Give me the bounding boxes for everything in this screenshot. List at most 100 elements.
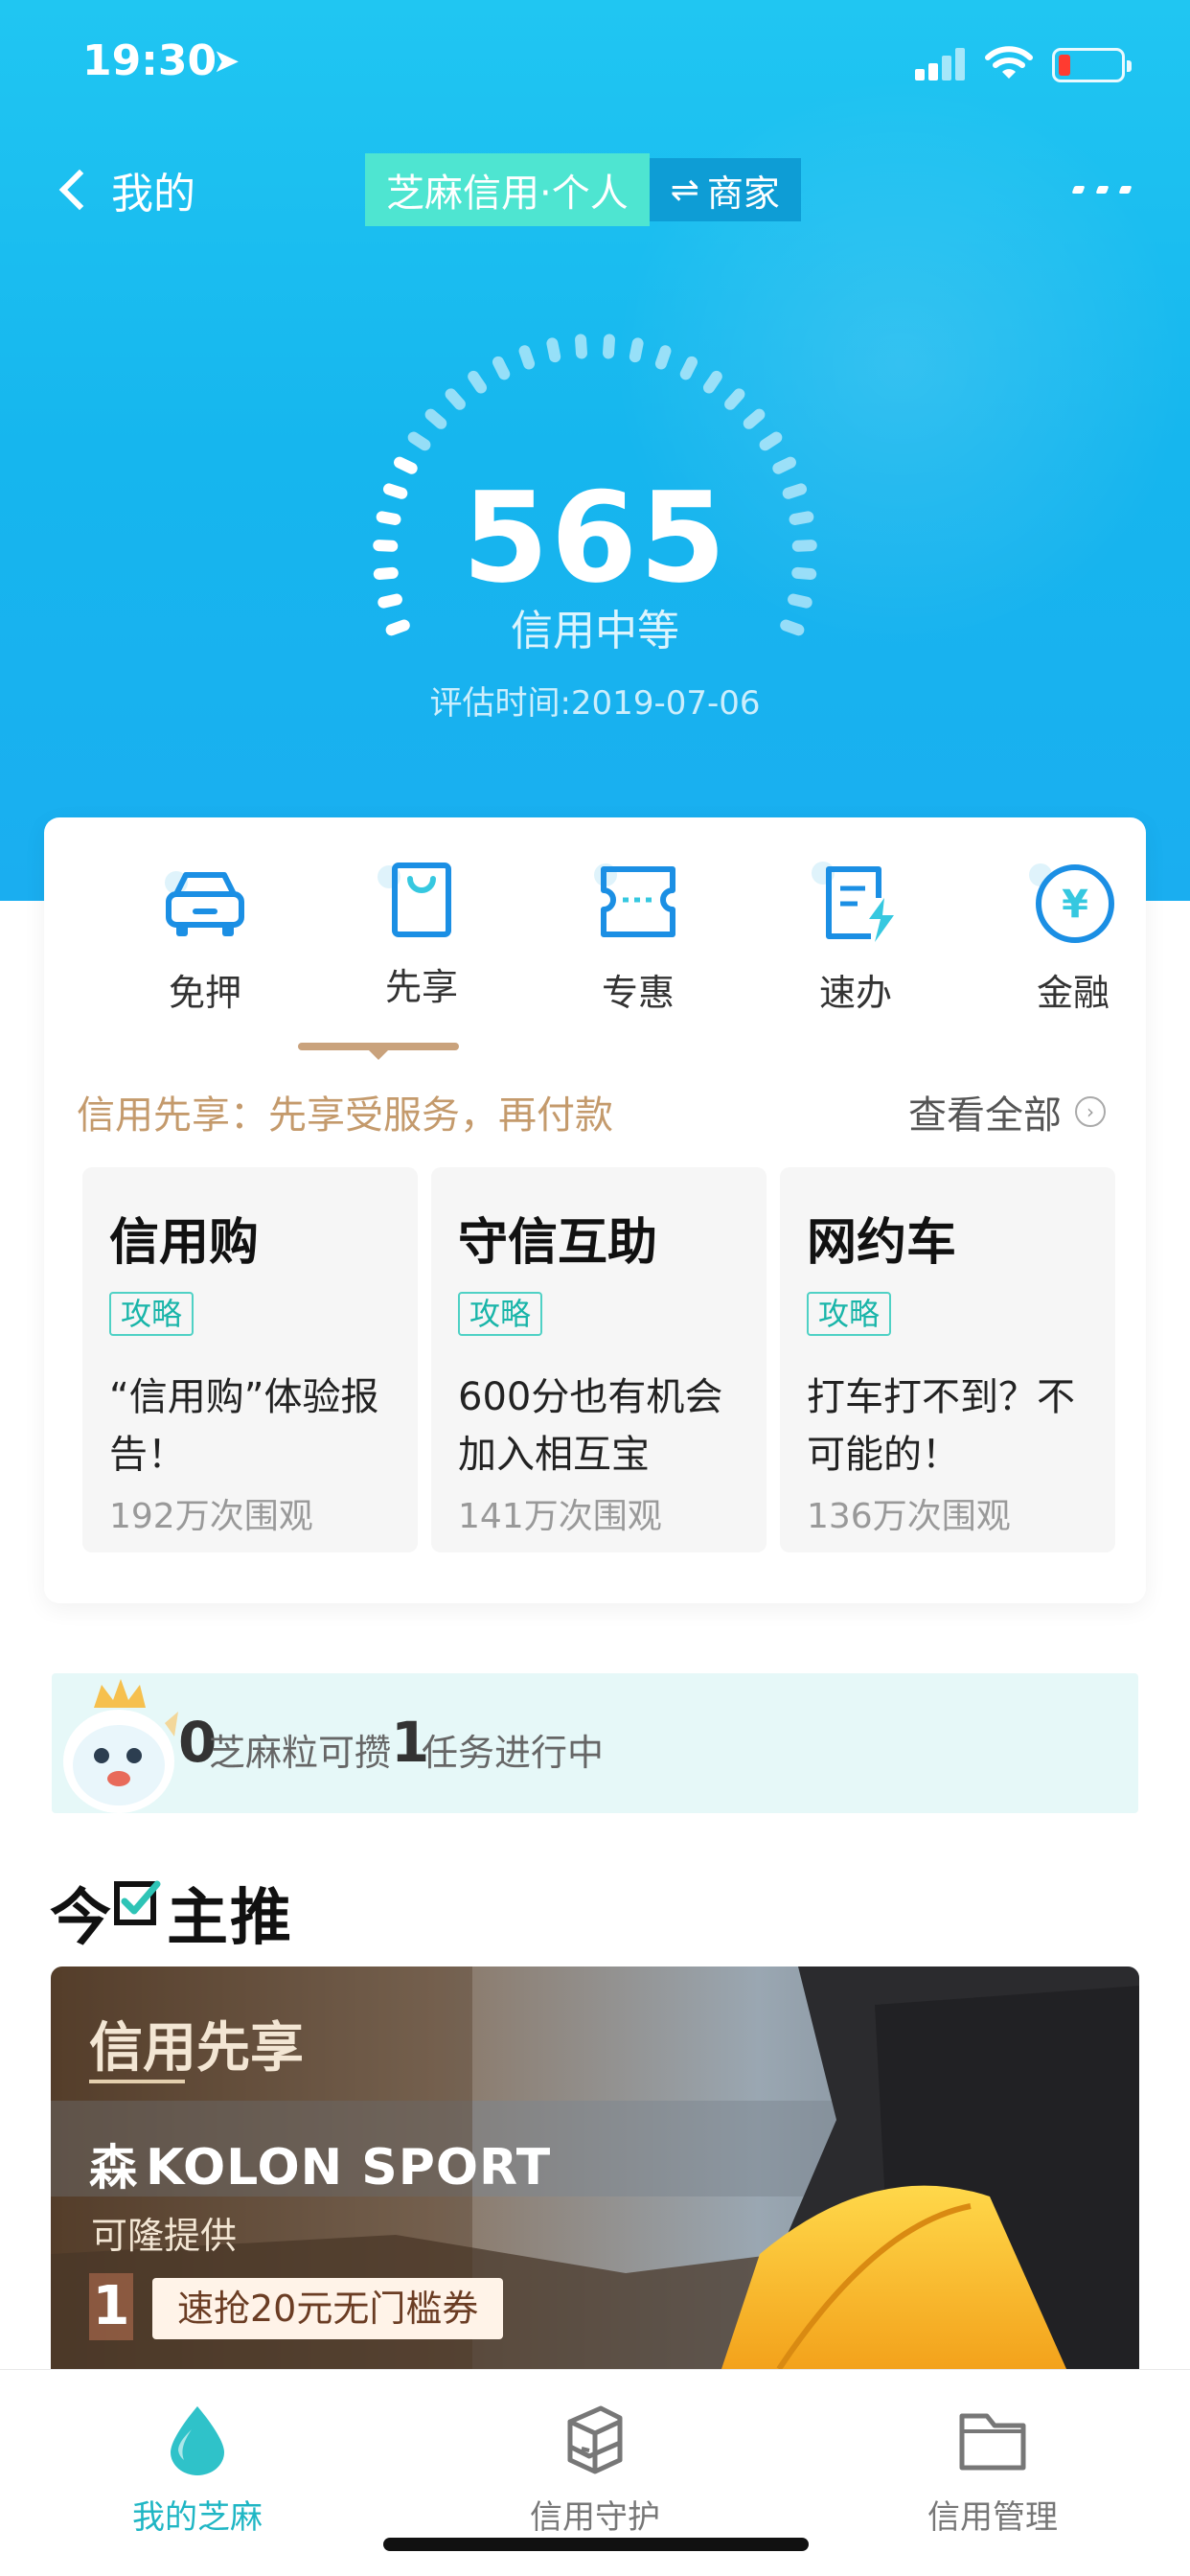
identity-switch: 芝麻信用·个人 ⇌ 商家: [365, 153, 801, 226]
brand-logo: 森 KOLON SPORT: [89, 2129, 551, 2198]
section-description: 信用先享：先享受服务，再付款: [77, 1093, 613, 1138]
gauge-tick: [575, 334, 587, 359]
bottom-tab-credit-manage[interactable]: 信用管理: [849, 2389, 1136, 2537]
card-description: 600分也有机会加入相互宝: [458, 1375, 723, 1477]
brand-mark: 森: [89, 2140, 138, 2196]
card-description: 打车打不到？不可能的！: [807, 1375, 1075, 1477]
service-tabs: 免押 先享 专惠 速办 ¥ 金融: [44, 856, 1146, 1019]
chevron-left-icon: [58, 169, 101, 211]
chevron-right-icon: ›: [1075, 1096, 1106, 1127]
tab-label: 金融: [1036, 972, 1110, 1014]
battery-icon: [1052, 48, 1132, 82]
sesame-label: 芝麻粒可攒: [209, 1732, 392, 1774]
tab-finance[interactable]: ¥ 金融: [977, 856, 1169, 1019]
guide-tag: 攻略: [807, 1292, 892, 1336]
mode-personal-button[interactable]: 芝麻信用·个人: [365, 153, 650, 226]
tab-label: 先享: [384, 966, 458, 1008]
mascot-icon: [63, 1679, 178, 1813]
today-title-part: 今: [50, 1883, 113, 1954]
gauge-tick: [702, 370, 722, 394]
guide-tag: 攻略: [458, 1292, 543, 1336]
gauge-tick: [468, 370, 488, 394]
gauge-tick: [654, 345, 672, 370]
shopping-bag-icon: [378, 862, 451, 937]
guide-tag: 攻略: [109, 1292, 195, 1336]
credit-score: 565: [462, 465, 728, 610]
gauge-tick: [518, 345, 536, 370]
more-options-button[interactable]: [1071, 180, 1133, 199]
view-all-label: 查看全部: [908, 1093, 1062, 1138]
card-title: 网约车: [807, 1214, 957, 1272]
brand-name: KOLON SPORT: [146, 2139, 552, 2196]
tab-label: 速办: [818, 972, 892, 1014]
switch-merchant-button[interactable]: ⇌ 商家: [649, 158, 801, 221]
tab-label: 专惠: [601, 972, 675, 1014]
home-indicator: [383, 2538, 809, 2551]
back-button[interactable]: 我的: [54, 153, 195, 226]
gauge-tick: [743, 408, 766, 429]
card-title: 守信互助: [458, 1214, 658, 1272]
back-label: 我的: [111, 170, 195, 218]
tab-deposit-free[interactable]: 免押: [109, 856, 301, 1019]
tab-special-offer[interactable]: 专惠: [542, 856, 734, 1019]
credit-level: 信用中等: [511, 607, 679, 656]
gauge-tick: [603, 334, 615, 359]
task-label: 任务进行中: [422, 1732, 605, 1774]
switch-merchant-label: 商家: [706, 172, 780, 215]
tab-fast-service[interactable]: 速办: [760, 856, 951, 1019]
gauge-tick: [629, 337, 644, 363]
bottom-tab-label: 信用管理: [927, 2498, 1058, 2537]
gauge-tick: [407, 431, 431, 451]
gauge-tick: [445, 388, 466, 410]
checkbox-check-icon: [114, 1880, 161, 1925]
today-title-part: 主推: [167, 1883, 293, 1954]
gauge-tick: [724, 388, 745, 410]
bottom-tab-label: 我的芝麻: [132, 2498, 263, 2537]
gauge-tick: [424, 408, 447, 429]
banner-item-number: 1: [89, 2273, 133, 2340]
banner-title-underline: [89, 2080, 185, 2083]
status-bar: 19:30 ➤: [0, 0, 1190, 125]
shield-icon: [567, 2405, 623, 2474]
nav-bar: 我的 芝麻信用·个人 ⇌ 商家: [0, 144, 1190, 236]
svg-text:¥: ¥: [1062, 883, 1088, 927]
view-count: 141万次围观: [458, 1497, 662, 1536]
view-all-link[interactable]: 查看全部 ›: [908, 1084, 1106, 1139]
tab-label: 免押: [168, 972, 241, 1014]
wifi-icon: [985, 46, 1033, 79]
status-time: 19:30: [82, 36, 217, 85]
sesame-task-bar[interactable]: 0 芝麻粒可攒 1 任务进行中: [52, 1673, 1138, 1813]
banner-provider: 可隆提供: [91, 2215, 238, 2257]
view-count: 192万次围观: [109, 1497, 313, 1536]
feature-card-mutual-aid[interactable]: 守信互助 攻略 600分也有机会加入相互宝 141万次围观: [431, 1167, 767, 1552]
card-description: “信用购”体验报告！: [109, 1375, 379, 1477]
tab-enjoy-first[interactable]: 先享: [326, 856, 517, 1019]
switch-arrows-icon: ⇌: [670, 170, 699, 210]
sesame-drop-icon: [171, 2406, 224, 2475]
location-arrow-icon: ➤: [213, 42, 240, 80]
bottom-tab-credit-protect[interactable]: 信用守护: [451, 2389, 739, 2537]
gauge-tick: [759, 431, 783, 451]
coupon-icon: [594, 863, 675, 937]
bottom-tab-label: 信用守护: [530, 2498, 660, 2537]
hero-header: 19:30 ➤ 我的 芝麻信用·个人 ⇌ 商家 565 信用中等 评估时间:20…: [0, 0, 1190, 901]
car-icon: [165, 871, 244, 936]
view-count: 136万次围观: [807, 1497, 1011, 1536]
coupon-button[interactable]: 速抢20元无门槛券: [152, 2278, 504, 2339]
gauge-tick: [679, 356, 698, 380]
cellular-signal-icon: [915, 48, 965, 80]
feature-card-ride-hailing[interactable]: 网约车 攻略 打车打不到？不可能的！ 136万次围观: [780, 1167, 1115, 1552]
feature-card-credit-purchase[interactable]: 信用购 攻略 “信用购”体验报告！ 192万次围观: [82, 1167, 418, 1552]
active-tab-indicator: [298, 1043, 459, 1060]
today-recommend-title: 今主推: [50, 1869, 293, 1957]
service-card: 免押 先享 专惠 速办 ¥ 金融 信用先享：先享受服务，再付款 查看全部 › 信…: [44, 817, 1146, 1603]
bottom-tab-my-sesame[interactable]: 我的芝麻: [54, 2389, 341, 2537]
card-title: 信用购: [109, 1214, 260, 1272]
fast-document-icon: [812, 862, 894, 942]
folder-icon: [959, 2413, 1026, 2471]
gauge-tick: [492, 356, 511, 380]
promo-banner[interactable]: 信用先享 森 KOLON SPORT 可隆提供 1 速抢20元无门槛券: [51, 1966, 1139, 2369]
banner-title: 信用先享: [89, 2017, 304, 2080]
evaluation-time: 评估时间:2019-07-06: [429, 684, 761, 723]
gauge-tick: [546, 337, 561, 363]
